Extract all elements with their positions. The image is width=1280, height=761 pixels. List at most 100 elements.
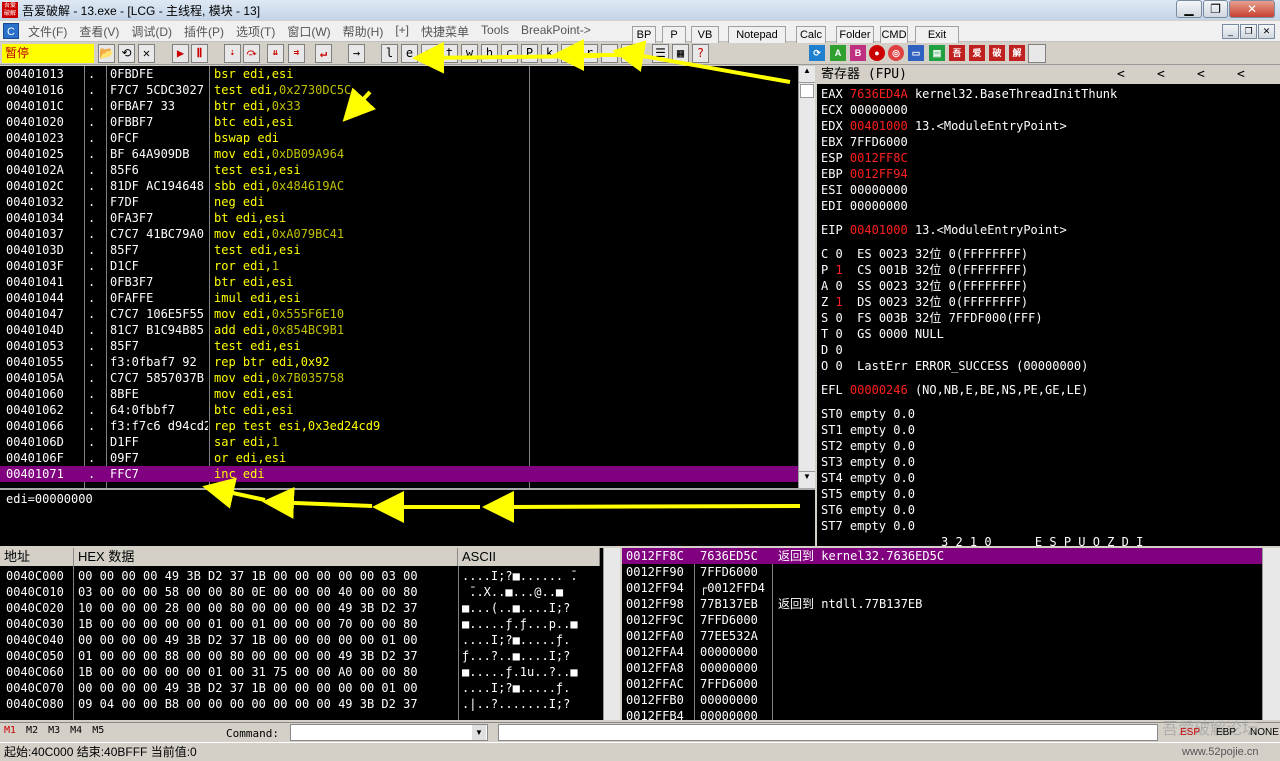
run-icon[interactable]: ▶ (172, 44, 189, 63)
dump-hex[interactable]: 03 00 00 00 58 00 00 80 0E 00 00 00 40 0… (78, 584, 418, 600)
step-over-icon[interactable]: ⤼ (243, 44, 260, 63)
disasm-row[interactable]: 00401053. 85F7 test edi,esi (0, 338, 798, 354)
command-dropdown-icon[interactable]: ▼ (472, 725, 486, 740)
disasm-row[interactable]: 0040102C. 81DF AC194648 sbb edi,0x484619AC (0, 178, 798, 194)
register-ecx[interactable]: ECX 00000000 (821, 102, 915, 118)
dump-ascii[interactable]: ....I;?■...... ̄. (462, 568, 578, 584)
dump-hex[interactable]: 10 00 00 00 28 00 00 80 00 00 00 00 49 3… (78, 600, 418, 616)
menu-item-3[interactable]: 插件(P) (178, 23, 230, 40)
plugin-icon-3[interactable]: 解 (1009, 45, 1025, 61)
help-icon[interactable]: ? (692, 44, 709, 63)
memory-tab-m3[interactable]: M3 (48, 725, 60, 736)
disasm-row[interactable]: 00401041. 0FB3F7 btr edi,esi (0, 274, 798, 290)
window-button-1[interactable]: e (401, 44, 418, 63)
flag-row[interactable]: O 0 LastErr ERROR_SUCCESS (00000000) (821, 358, 1088, 374)
maximize-button[interactable]: ❐ (1203, 0, 1228, 18)
window-button-12[interactable]: s (621, 44, 638, 63)
flag-row[interactable]: T 0 GS 0000 NULL (821, 326, 944, 342)
fpu-register[interactable]: ST4 empty 0.0 (821, 470, 915, 486)
stack-row[interactable]: 0012FF94 ┌0012FFD4 (622, 580, 1262, 596)
debugger-icon[interactable]: C (3, 23, 19, 39)
disasm-row[interactable]: 00401025. BF 64A909DB mov edi,0xDB09A964 (0, 146, 798, 162)
stack-row[interactable]: 0012FF98 77B137EB 返回到 ntdll.77B137EB (622, 596, 1262, 612)
dump-hex[interactable]: 00 00 00 00 49 3B D2 37 1B 00 00 00 00 0… (78, 632, 418, 648)
mdi-close-button[interactable]: ✕ (1258, 24, 1275, 39)
flag-row[interactable]: C 0 ES 0023 32位 0(FFFFFFFF) (821, 246, 1028, 262)
disasm-row[interactable]: 0040101C. 0FBAF7 33 btr edi,0x33 (0, 98, 798, 114)
disasm-row[interactable]: 0040106D. D1FF sar edi,1 (0, 434, 798, 450)
disasm-row[interactable]: 0040102A. 85F6 test esi,esi (0, 162, 798, 178)
window-button-2[interactable]: m (421, 44, 438, 63)
memory-tab-m2[interactable]: M2 (26, 725, 38, 736)
dump-ascii[interactable]: ƒ...?..■....I;? (462, 648, 570, 664)
fpu-register[interactable]: ST6 empty 0.0 (821, 502, 915, 518)
fpu-register[interactable]: ST5 empty 0.0 (821, 486, 915, 502)
register-edx[interactable]: EDX 00401000 13.<ModuleEntryPoint> (821, 118, 1067, 134)
menu-item-7[interactable]: [+] (389, 23, 415, 40)
dump-scrollbar[interactable] (603, 548, 620, 720)
plugin-icon-0[interactable]: 吾 (949, 45, 965, 61)
register-ebx[interactable]: EBX 7FFD6000 (821, 134, 915, 150)
open-icon[interactable]: 📂 (98, 44, 115, 63)
disasm-row[interactable]: 00401060. 8BFE mov edi,esi (0, 386, 798, 402)
menu-item-5[interactable]: 窗口(W) (281, 23, 336, 40)
none-button[interactable]: NONE (1250, 727, 1279, 738)
dump-ascii[interactable]: ....I;?■.....ƒ. (462, 632, 570, 648)
close-button[interactable]: ✕ (1229, 0, 1275, 18)
dump-ascii[interactable]: ̄..X..■...@..■ (462, 584, 563, 600)
register-ebp[interactable]: EBP 0012FF94 (821, 166, 915, 182)
dump-hex[interactable]: 01 00 00 00 88 00 00 80 00 00 00 00 49 3… (78, 648, 418, 664)
disassembly-scrollbar[interactable]: ▲ ▼ (798, 66, 815, 488)
dump-ascii[interactable]: ■...(..■....I;? (462, 600, 570, 616)
window-button-4[interactable]: w (461, 44, 478, 63)
register-esp[interactable]: ESP 0012FF8C (821, 150, 915, 166)
disasm-row[interactable]: 00401044. 0FAFFE imul edi,esi (0, 290, 798, 306)
reg-nav-1[interactable]: < (1117, 66, 1125, 84)
stack-row[interactable]: 0012FF8C 7636ED5C 返回到 kernel32.7636ED5C (622, 548, 1262, 564)
menu-item-4[interactable]: 选项(T) (230, 23, 281, 40)
disasm-row[interactable]: 00401037. C7C7 41BC79A0 mov edi,0xA079BC41 (0, 226, 798, 242)
disasm-row[interactable]: 00401062. 64:0fbbf7 btc edi,esi (0, 402, 798, 418)
menu-item-0[interactable]: 文件(F) (22, 23, 73, 40)
memory-tab-m5[interactable]: M5 (92, 725, 104, 736)
esp-button[interactable]: ESP (1180, 727, 1200, 738)
window-button-10[interactable]: r (581, 44, 598, 63)
ebp-button[interactable]: EBP (1216, 727, 1236, 738)
register-eip[interactable]: EIP 00401000 13.<ModuleEntryPoint> (821, 222, 1067, 238)
disasm-row[interactable]: 00401032. F7DF neg edi (0, 194, 798, 210)
stack-scrollbar[interactable] (1262, 548, 1280, 720)
disasm-row[interactable]: 00401020. 0FBBF7 btc edi,esi (0, 114, 798, 130)
menu-item-6[interactable]: 帮助(H) (337, 23, 390, 40)
disasm-row[interactable]: 0040104D. 81C7 B1C94B85 add edi,0x854BC9B1 (0, 322, 798, 338)
stack-row[interactable]: 0012FF9C 7FFD6000 (622, 612, 1262, 628)
stack-row[interactable]: 0012FFA4 00000000 (622, 644, 1262, 660)
window-icon[interactable]: ▭ (908, 45, 924, 61)
goto-icon[interactable]: → (348, 44, 365, 63)
flag-row[interactable]: D 0 (821, 342, 857, 358)
register-efl[interactable]: EFL 00000246 (NO,NB,E,BE,NS,PE,GE,LE) (821, 382, 1088, 398)
fpu-register[interactable]: ST0 empty 0.0 (821, 406, 915, 422)
menu-item-2[interactable]: 调试(D) (125, 23, 178, 40)
fpu-register[interactable]: ST7 empty 0.0 (821, 518, 915, 534)
disassembly-pane[interactable]: 00401013. 0FBDFE bsr edi,esi 00401016. F7C7 … (0, 66, 815, 488)
dump-ascii[interactable]: .|..?.......I;? (462, 696, 570, 712)
chip-icon[interactable]: ▤ (929, 45, 945, 61)
menu-item-8[interactable]: 快捷菜单 (415, 23, 475, 40)
disasm-row[interactable]: 00401023. 0FCF bswap edi (0, 130, 798, 146)
disasm-row[interactable]: 00401047. C7C7 106E5F55 mov edi,0x555F6E10 (0, 306, 798, 322)
pause-icon[interactable]: Ⅱ (191, 44, 208, 63)
mdi-restore-button[interactable]: ❐ (1240, 24, 1257, 39)
stack-pane[interactable]: 0012FF8C 7636ED5C 返回到 kernel32.7636ED5C 001… (622, 548, 1280, 723)
window-button-8[interactable]: k (541, 44, 558, 63)
dump-hex[interactable]: 00 00 00 00 49 3B D2 37 1B 00 00 00 00 0… (78, 680, 418, 696)
execute-till-return-icon[interactable]: ↵ (315, 44, 332, 63)
reg-nav-4[interactable]: < (1237, 66, 1245, 84)
mdi-minimize-button[interactable]: _ (1222, 24, 1239, 39)
window-button-6[interactable]: c (501, 44, 518, 63)
disasm-row[interactable]: 0040106F. 09F7 or edi,esi (0, 450, 798, 466)
dump-ascii[interactable]: ■.....ƒ.1u..?..■ (462, 664, 578, 680)
disasm-row[interactable]: 0040103D. 85F7 test edi,esi (0, 242, 798, 258)
reg-nav-2[interactable]: < (1157, 66, 1165, 84)
disasm-row[interactable]: 00401016. F7C7 5CDC3027 test edi,0x2730DC5… (0, 82, 798, 98)
disasm-row[interactable]: 00401034. 0FA3F7 bt edi,esi (0, 210, 798, 226)
